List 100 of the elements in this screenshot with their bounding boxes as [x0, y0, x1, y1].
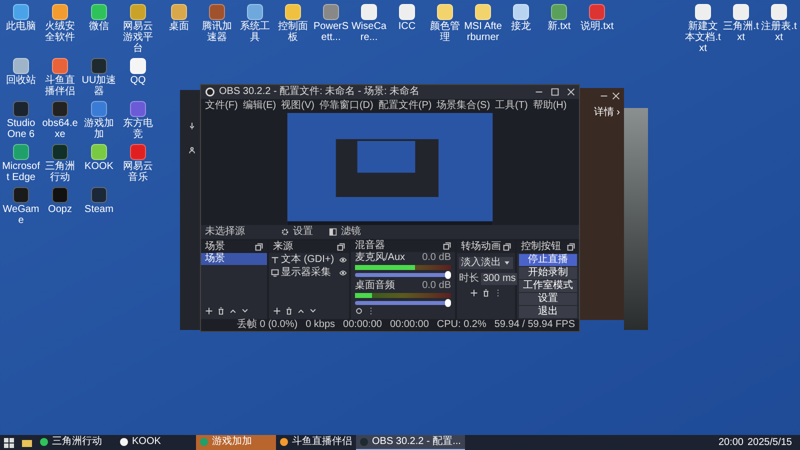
app-icon[interactable] — [733, 4, 749, 20]
app-icon[interactable] — [361, 4, 377, 20]
volume-slider[interactable] — [355, 301, 451, 306]
dock-title: 混音器 — [355, 241, 385, 252]
add-icon[interactable] — [470, 288, 478, 297]
undock-icon[interactable] — [503, 242, 511, 251]
desktop-icon-label: 火绒安全软件 — [44, 21, 76, 43]
trash-icon[interactable] — [217, 306, 225, 315]
eye-icon[interactable] — [339, 268, 347, 277]
source-item[interactable]: 文本 (GDI+) — [281, 254, 337, 266]
app-icon[interactable] — [13, 58, 29, 74]
menu-item[interactable]: 场景集合(S) — [436, 100, 490, 111]
menu-item[interactable]: 文件(F) — [205, 100, 238, 111]
control-button[interactable]: 设置 — [519, 292, 577, 305]
control-button[interactable]: 工作室模式 — [519, 280, 577, 292]
app-icon[interactable] — [52, 4, 68, 20]
app-icon[interactable] — [130, 58, 146, 74]
app-icon[interactable] — [91, 187, 107, 203]
app-icon[interactable] — [437, 4, 453, 20]
app-icon[interactable] — [475, 4, 491, 20]
app-icon[interactable] — [695, 4, 711, 20]
menu-item[interactable]: 停靠窗口(D) — [319, 100, 374, 111]
desktop-icon-label: 三角洲.txt — [722, 21, 760, 43]
close-icon[interactable] — [612, 92, 620, 100]
file-explorer-icon[interactable] — [22, 438, 32, 448]
menu-item[interactable]: 配置文件(P) — [378, 100, 432, 111]
taskbar-item[interactable]: 斗鱼直播伴侣 — [276, 435, 356, 450]
app-icon[interactable] — [13, 187, 29, 203]
filter-icon — [329, 228, 337, 236]
close-icon[interactable] — [567, 88, 575, 96]
desktop-icon-label: Oopz — [48, 204, 72, 215]
down-icon[interactable] — [241, 306, 249, 315]
add-icon[interactable] — [273, 306, 281, 315]
desktop-icon-label: 此电脑 — [6, 21, 36, 32]
taskbar-item[interactable]: 三角洲行动 — [36, 435, 116, 450]
menu-item[interactable]: 帮助(H) — [532, 100, 567, 111]
volume-slider[interactable] — [355, 273, 451, 278]
app-icon[interactable] — [52, 187, 68, 203]
app-icon[interactable] — [52, 58, 68, 74]
taskbar-item[interactable]: 游戏加加 — [196, 435, 276, 450]
desktop-icon-label: 网易云游戏平台 — [122, 21, 154, 54]
properties-button[interactable]: 设置 — [281, 226, 313, 237]
channel-reading: 0.0 dB — [422, 252, 451, 263]
trash-icon[interactable] — [285, 306, 293, 315]
app-icon[interactable] — [513, 4, 529, 20]
eye-icon[interactable] — [339, 256, 347, 264]
status-text: 59.94 / 59.94 FPS — [494, 320, 575, 330]
maximize-icon[interactable] — [551, 88, 559, 96]
menu-item[interactable]: 工具(T) — [495, 100, 528, 111]
down-icon[interactable] — [309, 306, 317, 315]
dock-title: 转场动画 — [461, 242, 501, 252]
slider-thumb[interactable] — [445, 299, 451, 308]
channel-reading: 0.0 dB — [422, 280, 451, 291]
scene-item[interactable]: 场景 — [201, 252, 267, 265]
app-icon[interactable] — [13, 144, 29, 160]
desktop-icon-label: 说明.txt — [580, 21, 614, 32]
app-icon[interactable] — [130, 4, 146, 20]
desktop-icon-label: Steam — [84, 204, 114, 215]
control-button[interactable]: 退出 — [519, 306, 577, 318]
transition-select[interactable]: 淡入淡出 — [459, 256, 513, 269]
app-icon[interactable] — [247, 4, 263, 20]
menu-item[interactable]: 视图(V) — [281, 100, 314, 111]
app-icon[interactable] — [13, 4, 29, 20]
undock-icon[interactable] — [443, 242, 451, 250]
control-button[interactable]: 开始录制 — [519, 266, 577, 279]
windows-start-icon[interactable] — [4, 438, 14, 448]
taskbar-item[interactable]: OBS 30.2.2 - 配置... — [356, 435, 465, 450]
slider-thumb[interactable] — [445, 271, 451, 280]
source-item[interactable]: 显示器采集 — [281, 266, 337, 279]
app-icon[interactable] — [771, 4, 787, 20]
app-icon[interactable] — [171, 4, 187, 20]
app-icon — [280, 438, 288, 446]
taskbar-item[interactable]: KOOK — [116, 435, 196, 450]
details-link[interactable]: 详情 › — [594, 108, 620, 118]
app-icon[interactable] — [285, 4, 301, 20]
undock-icon[interactable] — [255, 242, 263, 251]
desktop-icon-label: KOOK — [84, 161, 114, 172]
app-icon[interactable] — [13, 101, 29, 117]
text-icon[interactable] — [271, 256, 279, 264]
app-icon[interactable] — [91, 144, 107, 160]
app-icon[interactable] — [52, 101, 68, 117]
monitor-icon[interactable] — [271, 268, 279, 277]
desktop-icon-label: 微信 — [89, 21, 109, 32]
dock-title: 来源 — [273, 242, 293, 252]
duration-field[interactable]: 300 ms — [481, 272, 518, 285]
undock-icon[interactable] — [337, 242, 345, 251]
trash-icon[interactable] — [482, 288, 490, 297]
person-icon[interactable] — [188, 146, 196, 154]
filters-button[interactable]: 滤镜 — [329, 226, 361, 237]
app-icon[interactable] — [399, 4, 415, 20]
app-icon[interactable] — [91, 58, 107, 74]
control-button[interactable]: 停止直播 — [519, 254, 577, 266]
app-icon[interactable] — [91, 4, 107, 20]
undock-icon[interactable] — [567, 242, 575, 251]
add-icon[interactable] — [205, 306, 213, 315]
app-icon[interactable] — [551, 4, 567, 20]
app-icon[interactable] — [323, 4, 339, 20]
desktop-icon-label: 控制面板 — [277, 21, 309, 43]
menu-item[interactable]: 编辑(E) — [242, 100, 276, 111]
desktop-icon-label: ICC — [398, 21, 416, 32]
